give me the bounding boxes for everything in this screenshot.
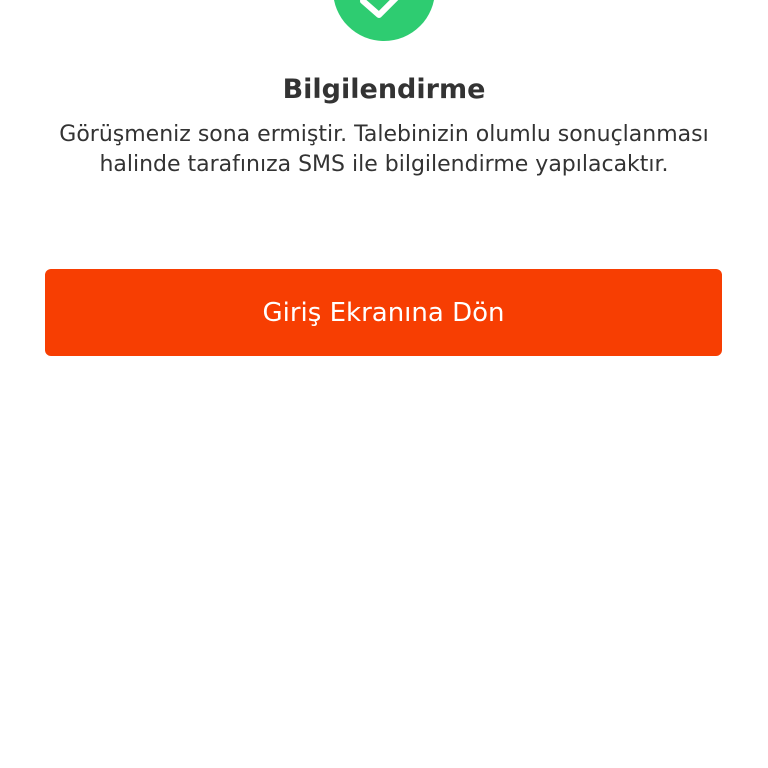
dialog-message: Görüşmeniz sona ermiştir. Talebinizin ol… (59, 122, 709, 177)
return-to-login-button[interactable]: Giriş Ekranına Dön (45, 269, 722, 356)
checkmark-icon (360, 0, 399, 18)
dialog-title: Bilgilendirme (282, 74, 486, 105)
success-badge (333, 0, 435, 41)
